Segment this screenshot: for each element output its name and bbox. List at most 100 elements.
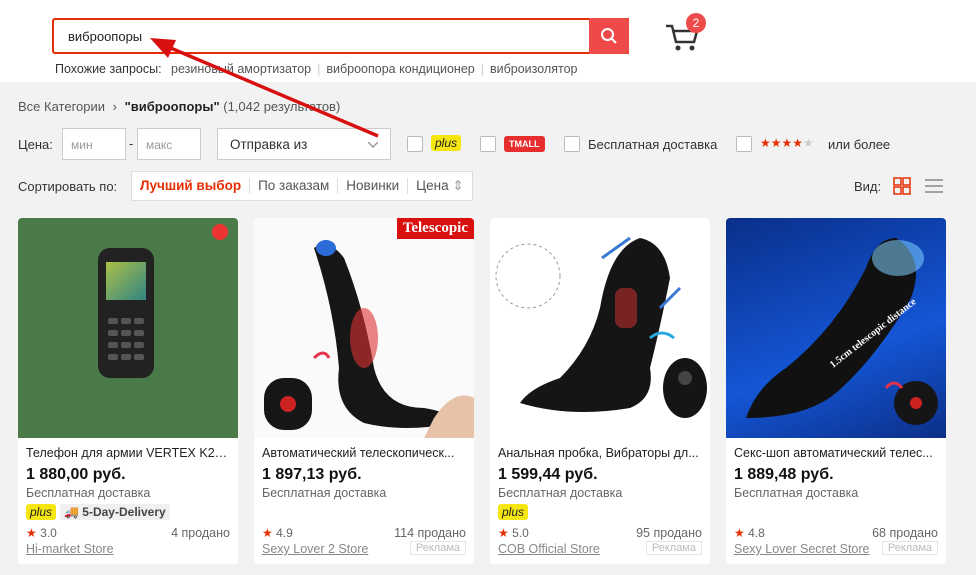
product-card[interactable]: Анальная пробка, Вибраторы дл... 1 599,4…	[490, 218, 710, 564]
sort-bar: Сортировать по: Лучший выбор По заказам …	[18, 171, 958, 203]
related-item[interactable]: резиновый амортизатор	[171, 62, 311, 76]
related-searches: Похожие запросы: резиновый амортизатор | в…	[55, 62, 578, 76]
header: 2 Похожие запросы: резиновый амортизатор…	[0, 0, 976, 82]
product-image[interactable]	[490, 218, 710, 438]
star-icon: ★	[734, 526, 745, 540]
filter-bar: Цена: мин - макс Отправка из plus TMALL …	[18, 128, 958, 160]
tmall-badge: TMALL	[504, 136, 545, 152]
telescopic-banner: Telescopic	[396, 218, 474, 239]
sort-newest[interactable]: Новинки	[337, 178, 407, 194]
product-rating: ★ 3.0	[26, 526, 57, 540]
sort-options: Лучший выбор По заказам Новинки Цена ⇕	[131, 171, 473, 201]
related-label: Похожие запросы:	[55, 62, 162, 76]
sort-label: Сортировать по:	[18, 179, 118, 194]
product-price: 1 599,44 руб.	[498, 466, 598, 483]
search-input[interactable]	[54, 20, 589, 52]
product-image[interactable]: 1.5cm telescopic distance	[726, 218, 946, 438]
divider: |	[317, 62, 321, 76]
price-max-input[interactable]: макс	[137, 128, 201, 160]
divider: |	[480, 62, 484, 76]
grid-view-icon[interactable]	[893, 177, 911, 195]
ship-from-label: Отправка из	[230, 137, 308, 152]
ship-from-select[interactable]: Отправка из	[217, 128, 391, 160]
price-label: Цена:	[18, 137, 53, 152]
free-shipping-checkbox[interactable]	[564, 136, 580, 152]
product-image-icon	[264, 240, 474, 438]
product-card[interactable]: Telescopic Автоматический телескопическ.…	[254, 218, 474, 564]
store-link[interactable]: Sexy Lover Secret Store	[734, 542, 869, 556]
breadcrumb-root[interactable]: Все Категории	[18, 99, 105, 114]
product-image[interactable]	[18, 218, 238, 438]
product-price: 1 897,13 руб.	[262, 466, 362, 483]
star-icon: ★	[262, 526, 273, 540]
product-image[interactable]: Telescopic	[254, 218, 474, 438]
delivery-badge: 🚚 5-Day-Delivery	[60, 503, 170, 520]
product-title[interactable]: Секс-шоп автоматический телес...	[734, 446, 938, 460]
ad-label: Реклама	[409, 541, 466, 555]
phone-image-icon	[98, 224, 228, 378]
price-min-input[interactable]: мин	[62, 128, 126, 160]
breadcrumb-separator: ›	[112, 99, 117, 114]
product-image-icon	[746, 238, 938, 425]
or-more-label: или более	[828, 137, 891, 152]
rating-value: 5.0	[512, 526, 529, 540]
product-shipping: Бесплатная доставка	[26, 486, 151, 500]
product-rating: ★ 5.0	[498, 526, 529, 540]
view-label: Вид:	[854, 179, 882, 194]
product-badges: plus	[498, 503, 529, 521]
rating-stars: ★★★★★	[760, 136, 814, 150]
product-sold: 4 продано	[171, 526, 230, 540]
list-view-icon[interactable]	[924, 177, 944, 195]
product-price: 1 889,48 руб.	[734, 466, 834, 483]
rating-value: 4.9	[276, 526, 293, 540]
plus-badge: plus	[26, 503, 57, 520]
stars-filled: ★★★★	[760, 136, 804, 150]
product-card[interactable]: Телефон для армии VERTEX K211,... 1 880,…	[18, 218, 238, 564]
rating-checkbox[interactable]	[736, 136, 752, 152]
product-rating: ★ 4.8	[734, 526, 765, 540]
search-box	[52, 18, 629, 54]
rating-value: 3.0	[40, 526, 57, 540]
store-link[interactable]: Hi-market Store	[26, 542, 114, 556]
product-price: 1 880,00 руб.	[26, 466, 126, 483]
product-rating: ★ 4.9	[262, 526, 293, 540]
ad-label: Реклама	[645, 541, 702, 555]
delivery-label: 5-Day-Delivery	[82, 504, 166, 519]
rating-value: 4.8	[748, 526, 765, 540]
product-sold: 95 продано	[636, 526, 702, 540]
free-shipping-label: Бесплатная доставка	[588, 137, 718, 152]
sort-best-match[interactable]: Лучший выбор	[132, 178, 249, 194]
product-sold: 114 продано	[394, 526, 466, 540]
search-button[interactable]	[589, 18, 629, 54]
tmall-checkbox[interactable]	[480, 136, 496, 152]
price-min-placeholder: мин	[71, 138, 93, 152]
ad-label: Реклама	[881, 541, 938, 555]
sort-arrows-icon: ⇕	[452, 178, 464, 193]
plus-badge: plus	[498, 503, 529, 520]
plus-badge: plus	[431, 135, 462, 151]
breadcrumb-query: "виброопоры"	[124, 99, 220, 114]
product-shipping: Бесплатная доставка	[734, 486, 859, 500]
related-item[interactable]: виброизолятор	[490, 62, 578, 76]
product-image-icon	[495, 236, 707, 418]
product-shipping: Бесплатная доставка	[498, 486, 623, 500]
store-link[interactable]: Sexy Lover 2 Store	[262, 542, 368, 556]
product-title[interactable]: Автоматический телескопическ...	[262, 446, 466, 460]
related-item[interactable]: виброопора кондиционер	[326, 62, 474, 76]
product-title[interactable]: Телефон для армии VERTEX K211,...	[26, 446, 230, 460]
results-count: (1,042 результатов)	[223, 99, 341, 114]
star-icon: ★	[498, 526, 509, 540]
plus-checkbox[interactable]	[407, 136, 423, 152]
price-dash: -	[129, 136, 134, 151]
store-link[interactable]: COB Official Store	[498, 542, 600, 556]
sort-price[interactable]: Цена ⇕	[407, 178, 472, 194]
price-max-placeholder: макс	[146, 138, 173, 152]
results-area: Все Категории › "виброопоры" (1,042 резу…	[0, 82, 976, 575]
product-card[interactable]: 1.5cm telescopic distance Секс-шоп автом…	[726, 218, 946, 564]
star-icon: ★	[26, 526, 37, 540]
product-badges: plus 🚚 5-Day-Delivery	[26, 503, 170, 521]
chevron-down-icon	[368, 142, 378, 148]
product-title[interactable]: Анальная пробка, Вибраторы дл...	[498, 446, 702, 460]
breadcrumb: Все Категории › "виброопоры" (1,042 резу…	[18, 99, 340, 114]
sort-orders[interactable]: По заказам	[249, 178, 337, 194]
